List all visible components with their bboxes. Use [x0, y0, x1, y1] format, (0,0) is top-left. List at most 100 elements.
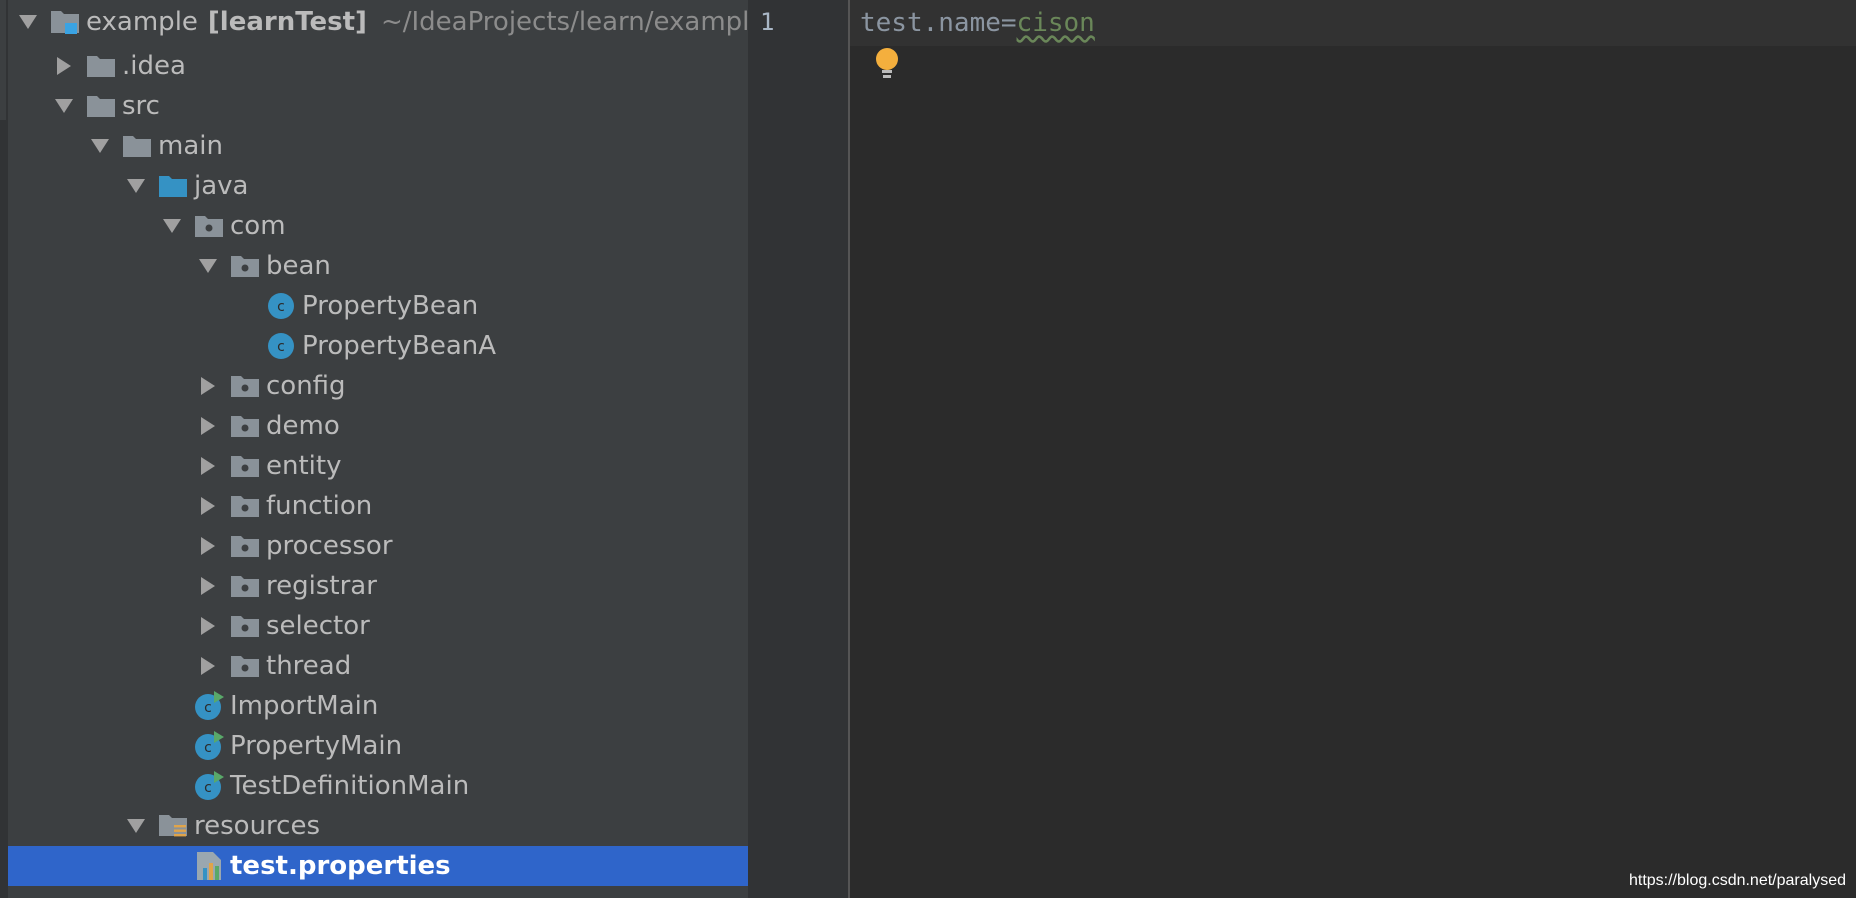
tree-item-label: main [158, 131, 223, 161]
tree-item-label: TestDefinitionMain [230, 771, 470, 801]
tree-row-java[interactable]: java [8, 166, 748, 206]
svg-text:c: c [204, 740, 212, 756]
tree-row-config[interactable]: config [8, 366, 748, 406]
tree-row-test-properties[interactable]: test.properties [8, 846, 748, 886]
property-value: cison [1016, 8, 1095, 38]
resources-folder-icon [158, 811, 188, 841]
chevron-right-icon[interactable] [196, 494, 220, 518]
chevron-right-icon[interactable] [196, 654, 220, 678]
chevron-down-icon[interactable] [52, 94, 76, 118]
tree-row-selector[interactable]: selector [8, 606, 748, 646]
chevron-down-icon[interactable] [16, 10, 40, 34]
watermark-text: https://blog.csdn.net/paralysed [1628, 872, 1846, 889]
tree-item-label: .idea [122, 51, 186, 81]
tree-row-processor[interactable]: processor [8, 526, 748, 566]
line-number: 1 [760, 8, 775, 36]
tree-row-com[interactable]: com [8, 206, 748, 246]
tree-row-entity[interactable]: entity [8, 446, 748, 486]
project-tool-tab[interactable] [0, 0, 6, 120]
tree-row-resources[interactable]: resources [8, 806, 748, 846]
tree-item-label: example [86, 7, 198, 37]
tree-item-label: processor [266, 531, 393, 561]
package-icon [194, 211, 224, 241]
code-line-1[interactable]: test.name=cison [860, 8, 1095, 38]
chevron-down-icon[interactable] [124, 814, 148, 838]
chevron-down-icon[interactable] [88, 134, 112, 158]
ide-window: example [learnTest] ~/IdeaProjects/learn… [0, 0, 1856, 898]
tree-item-label: PropertyMain [230, 731, 403, 761]
package-icon [230, 411, 260, 441]
code-editor[interactable]: test.name=cison [850, 0, 1856, 898]
folder-icon [122, 131, 152, 161]
tree-item-label: function [266, 491, 373, 521]
source-root-folder-icon [158, 171, 188, 201]
tree-item-label: bean [266, 251, 331, 281]
package-icon [230, 251, 260, 281]
chevron-right-icon[interactable] [196, 374, 220, 398]
lightbulb-icon[interactable] [872, 46, 902, 80]
tree-item-label: test.properties [230, 851, 451, 881]
svg-text:c: c [204, 780, 212, 796]
tree-row-importmain[interactable]: c ImportMain [8, 686, 748, 726]
chevron-down-icon[interactable] [124, 174, 148, 198]
svg-text:c: c [277, 339, 285, 355]
tree-row-demo[interactable]: demo [8, 406, 748, 446]
tree-row-function[interactable]: function [8, 486, 748, 526]
folder-icon [86, 91, 116, 121]
tree-row-idea[interactable]: .idea [8, 46, 748, 86]
editor-gutter: 1 [748, 0, 848, 898]
chevron-down-icon[interactable] [196, 254, 220, 278]
tree-item-label: PropertyBeanA [302, 331, 497, 361]
tree-row-main[interactable]: main [8, 126, 748, 166]
chevron-right-icon[interactable] [196, 534, 220, 558]
tree-row-testdefinitionmain[interactable]: c TestDefinitionMain [8, 766, 748, 806]
tree-item-label: selector [266, 611, 370, 641]
svg-text:c: c [277, 299, 285, 315]
tree-row-src[interactable]: src [8, 86, 748, 126]
tree-row-propertybeana[interactable]: c PropertyBeanA [8, 326, 748, 366]
chevron-right-icon[interactable] [196, 614, 220, 638]
tree-item-label: thread [266, 651, 352, 681]
java-class-icon: c [266, 291, 296, 321]
runnable-class-icon: c [194, 771, 224, 801]
folder-icon [86, 51, 116, 81]
tree-row-bean[interactable]: bean [8, 246, 748, 286]
tree-row-propertymain[interactable]: c PropertyMain [8, 726, 748, 766]
chevron-right-icon[interactable] [196, 414, 220, 438]
package-icon [230, 371, 260, 401]
chevron-right-icon[interactable] [196, 574, 220, 598]
tree-item-label: ImportMain [230, 691, 379, 721]
tree-item-label: PropertyBean [302, 291, 479, 321]
svg-text:c: c [204, 700, 212, 716]
property-key: test.name [860, 8, 1001, 38]
tree-row-registrar[interactable]: registrar [8, 566, 748, 606]
properties-file-icon [194, 851, 224, 881]
tree-item-label: config [266, 371, 346, 401]
module-badge: [learnTest] [207, 7, 367, 37]
runnable-class-icon: c [194, 691, 224, 721]
module-folder-icon [50, 7, 80, 37]
tree-item-label: registrar [266, 571, 377, 601]
chevron-down-icon[interactable] [160, 214, 184, 238]
package-icon [230, 651, 260, 681]
tree-row-propertybean[interactable]: c PropertyBean [8, 286, 748, 326]
module-path-hint: ~/IdeaProjects/learn/example [380, 7, 748, 37]
tree-item-label: com [230, 211, 286, 241]
package-icon [230, 571, 260, 601]
package-icon [230, 451, 260, 481]
chevron-right-icon[interactable] [52, 54, 76, 78]
tree-row-example[interactable]: example [learnTest] ~/IdeaProjects/learn… [8, 2, 748, 42]
runnable-class-icon: c [194, 731, 224, 761]
tree-row-thread[interactable]: thread [8, 646, 748, 686]
chevron-right-icon[interactable] [196, 454, 220, 478]
tree-item-label: demo [266, 411, 340, 441]
tree-item-label: resources [194, 811, 321, 841]
tree-item-label: entity [266, 451, 342, 481]
property-separator: = [1000, 8, 1017, 38]
